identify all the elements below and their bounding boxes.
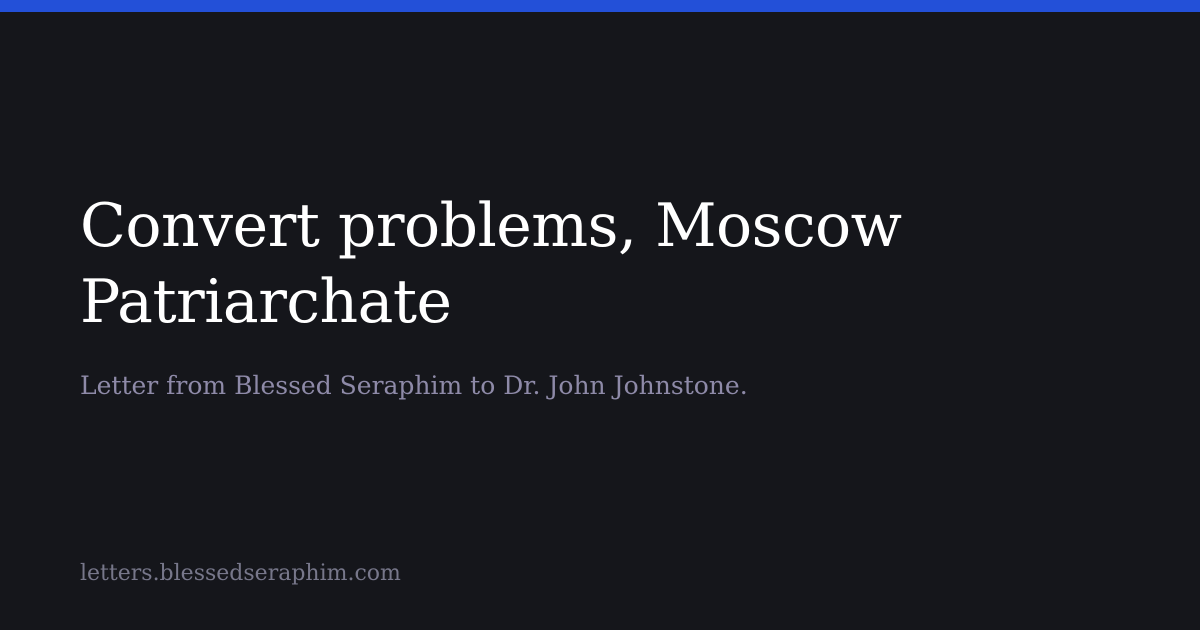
accent-bar — [0, 0, 1200, 12]
title-line: Patriarchate — [80, 267, 452, 337]
page-title: Convert problems, Moscow Patriarchate — [80, 188, 1120, 340]
title-line: Convert problems, Moscow — [80, 191, 902, 261]
subtitle: Letter from Blessed Seraphim to Dr. John… — [80, 371, 748, 400]
social-share-card: Convert problems, Moscow Patriarchate Le… — [0, 0, 1200, 630]
site-domain: letters.blessedseraphim.com — [80, 561, 401, 586]
